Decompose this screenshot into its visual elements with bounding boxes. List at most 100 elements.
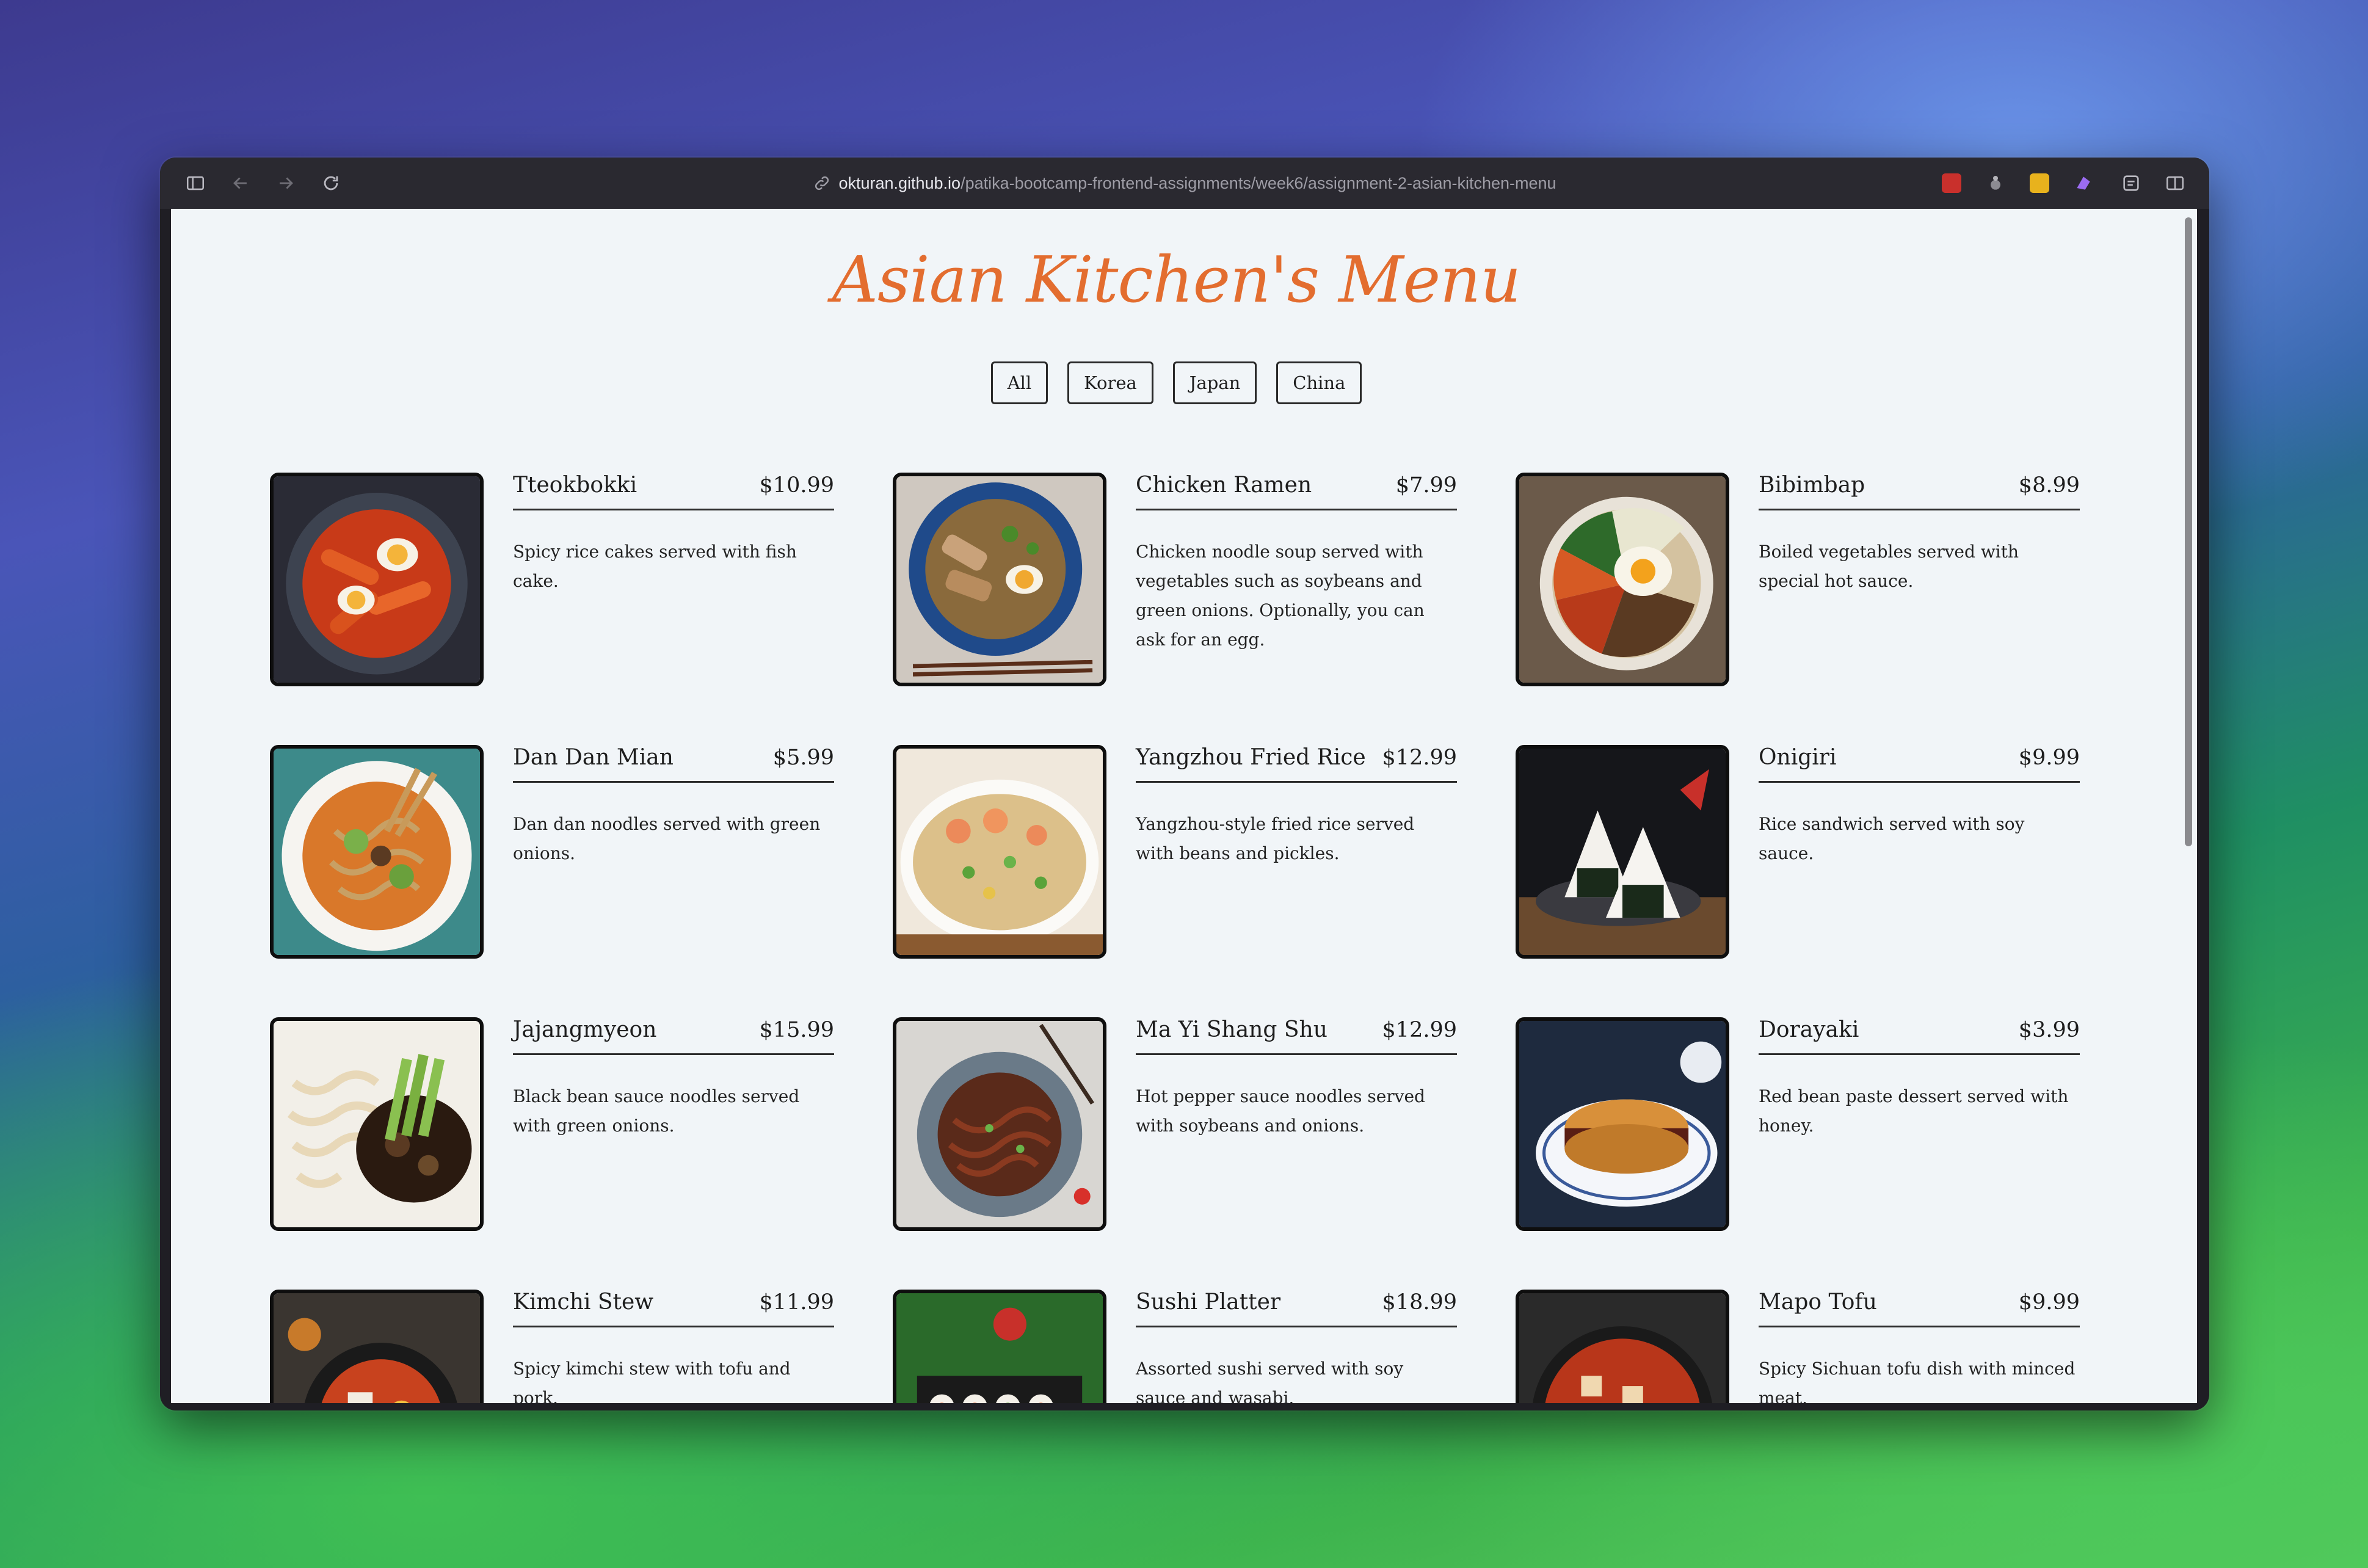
kimchi-photo [270, 1290, 484, 1403]
dorayaki-photo [1516, 1017, 1729, 1231]
menu-item-header: Chicken Ramen $7.99 [1136, 473, 1457, 510]
item-price: $3.99 [2018, 1018, 2080, 1042]
menu-item[interactable]: Yangzhou Fried Rice $12.99 Yangzhou-styl… [893, 745, 1479, 965]
item-name: Onigiri [1759, 745, 1837, 770]
menu-item[interactable]: Mapo Tofu $9.99 Spicy Sichuan tofu dish … [1516, 1290, 2102, 1403]
menu-item-info: Yangzhou Fried Rice $12.99 Yangzhou-styl… [1136, 745, 1457, 868]
extension-icon-3[interactable] [2030, 173, 2049, 193]
menu-item-header: Kimchi Stew $11.99 [513, 1290, 834, 1327]
reader-icon[interactable] [2119, 171, 2143, 195]
menu-item[interactable]: Sushi Platter $18.99 Assorted sushi serv… [893, 1290, 1479, 1403]
ramen-photo [893, 473, 1106, 686]
filter-japan-button[interactable]: Japan [1172, 361, 1257, 404]
item-price: $11.99 [759, 1290, 834, 1315]
item-price: $7.99 [1395, 473, 1457, 498]
page-title: Asian Kitchen's Menu [832, 242, 1521, 317]
menu-item-info: Dorayaki $3.99 Red bean paste dessert se… [1759, 1017, 2080, 1141]
menu-item-header: Ma Yi Shang Shu $12.99 [1136, 1017, 1457, 1055]
item-description: Black bean sauce noodles served with gre… [513, 1086, 800, 1136]
menu-item[interactable]: Jajangmyeon $15.99 Black bean sauce nood… [270, 1017, 856, 1237]
item-price: $12.99 [1382, 1018, 1457, 1042]
menu-item-info: Ma Yi Shang Shu $12.99 Hot pepper sauce … [1136, 1017, 1457, 1141]
address-bar[interactable]: okturan.github.io/patika-bootcamp-fronte… [160, 158, 2209, 209]
bibimbap-photo [1516, 473, 1729, 686]
menu-item-header: Mapo Tofu $9.99 [1759, 1290, 2080, 1327]
link-icon [815, 176, 829, 191]
menu-item-info: Chicken Ramen $7.99 Chicken noodle soup … [1136, 473, 1457, 655]
menu-item[interactable]: Tteokbokki $10.99 Spicy rice cakes serve… [270, 473, 856, 692]
item-description: Rice sandwich served with soy sauce. [1759, 814, 2025, 863]
menu-item-info: Onigiri $9.99 Rice sandwich served with … [1759, 745, 2080, 868]
item-name: Sushi Platter [1136, 1290, 1281, 1315]
menu-item[interactable]: Onigiri $9.99 Rice sandwich served with … [1516, 745, 2102, 965]
filter-china-button[interactable]: China [1276, 361, 1362, 404]
item-price: $15.99 [759, 1018, 834, 1042]
item-price: $10.99 [759, 473, 834, 498]
browser-toolbar: okturan.github.io/patika-bootcamp-fronte… [160, 158, 2209, 209]
sushi-photo [893, 1290, 1106, 1403]
menu-item-header: Tteokbokki $10.99 [513, 473, 834, 510]
menu-item[interactable]: Dan Dan Mian $5.99 Dan dan noodles serve… [270, 745, 856, 965]
scroll-thumb[interactable] [2185, 217, 2192, 846]
item-name: Tteokbokki [513, 473, 637, 498]
menu-item[interactable]: Kimchi Stew $11.99 Spicy kimchi stew wit… [270, 1290, 856, 1403]
item-price: $5.99 [772, 746, 834, 770]
item-description: Chicken noodle soup served with vegetabl… [1136, 542, 1425, 650]
extension-icon-1[interactable] [1942, 173, 1961, 193]
item-price: $12.99 [1382, 746, 1457, 770]
menu-item-info: Mapo Tofu $9.99 Spicy Sichuan tofu dish … [1759, 1290, 2080, 1403]
menu-item-header: Bibimbap $8.99 [1759, 473, 2080, 510]
menu-item-info: Bibimbap $8.99 Boiled vegetables served … [1759, 473, 2080, 596]
menu-item-info: Sushi Platter $18.99 Assorted sushi serv… [1136, 1290, 1457, 1403]
menu-item[interactable]: Bibimbap $8.99 Boiled vegetables served … [1516, 473, 2102, 692]
scrollbar[interactable] [2180, 209, 2197, 1403]
menu-item-info: Kimchi Stew $11.99 Spicy kimchi stew wit… [513, 1290, 834, 1403]
jajangmyeon-photo [270, 1017, 484, 1231]
url-host: okturan.github.io [838, 173, 961, 192]
menu-item-header: Onigiri $9.99 [1759, 745, 2080, 783]
item-name: Chicken Ramen [1136, 473, 1312, 498]
extension-icon-4[interactable] [2074, 173, 2093, 193]
menu-item-header: Sushi Platter $18.99 [1136, 1290, 1457, 1327]
item-description: Spicy kimchi stew with tofu and pork. [513, 1359, 791, 1403]
url-path: /patika-bootcamp-frontend-assignments/we… [961, 173, 1556, 192]
dandan-photo [270, 745, 484, 959]
item-price: $8.99 [2018, 473, 2080, 498]
mapo-photo [1516, 1290, 1729, 1403]
item-description: Hot pepper sauce noodles served with soy… [1136, 1086, 1425, 1136]
filter-korea-button[interactable]: Korea [1067, 361, 1153, 404]
menu-item[interactable]: Chicken Ramen $7.99 Chicken noodle soup … [893, 473, 1479, 692]
split-view-icon[interactable] [2163, 171, 2187, 195]
item-price: $9.99 [2018, 746, 2080, 770]
menu-item-header: Jajangmyeon $15.99 [513, 1017, 834, 1055]
page-viewport: Asian Kitchen's Menu All Korea Japan Chi… [171, 209, 2182, 1403]
item-description: Spicy rice cakes served with fish cake. [513, 542, 797, 591]
menu-item-header: Dorayaki $3.99 [1759, 1017, 2080, 1055]
item-description: Red bean paste dessert served with honey… [1759, 1086, 2069, 1136]
menu-item[interactable]: Ma Yi Shang Shu $12.99 Hot pepper sauce … [893, 1017, 1479, 1237]
friedrice-photo [893, 745, 1106, 959]
item-description: Spicy Sichuan tofu dish with minced meat… [1759, 1359, 2076, 1403]
onigiri-photo [1516, 745, 1729, 959]
item-description: Dan dan noodles served with green onions… [513, 814, 821, 863]
item-description: Assorted sushi served with soy sauce and… [1136, 1359, 1404, 1403]
item-description: Boiled vegetables served with special ho… [1759, 542, 2019, 591]
menu-item-info: Dan Dan Mian $5.99 Dan dan noodles serve… [513, 745, 834, 868]
mayi-photo [893, 1017, 1106, 1231]
item-name: Mapo Tofu [1759, 1290, 1877, 1315]
item-name: Dorayaki [1759, 1017, 1859, 1042]
filter-all-button[interactable]: All [990, 361, 1048, 404]
menu-item-header: Dan Dan Mian $5.99 [513, 745, 834, 783]
tteokbokki-photo [270, 473, 484, 686]
menu-item-info: Jajangmyeon $15.99 Black bean sauce nood… [513, 1017, 834, 1141]
item-name: Jajangmyeon [513, 1017, 657, 1042]
item-price: $9.99 [2018, 1290, 2080, 1315]
browser-window: okturan.github.io/patika-bootcamp-fronte… [160, 158, 2209, 1410]
item-name: Ma Yi Shang Shu [1136, 1017, 1327, 1042]
item-name: Bibimbap [1759, 473, 1865, 498]
extension-icon-2[interactable] [1986, 173, 2005, 193]
menu-item-info: Tteokbokki $10.99 Spicy rice cakes serve… [513, 473, 834, 596]
menu-item[interactable]: Dorayaki $3.99 Red bean paste dessert se… [1516, 1017, 2102, 1237]
filter-bar: All Korea Japan China [171, 361, 2182, 404]
item-name: Dan Dan Mian [513, 745, 674, 770]
